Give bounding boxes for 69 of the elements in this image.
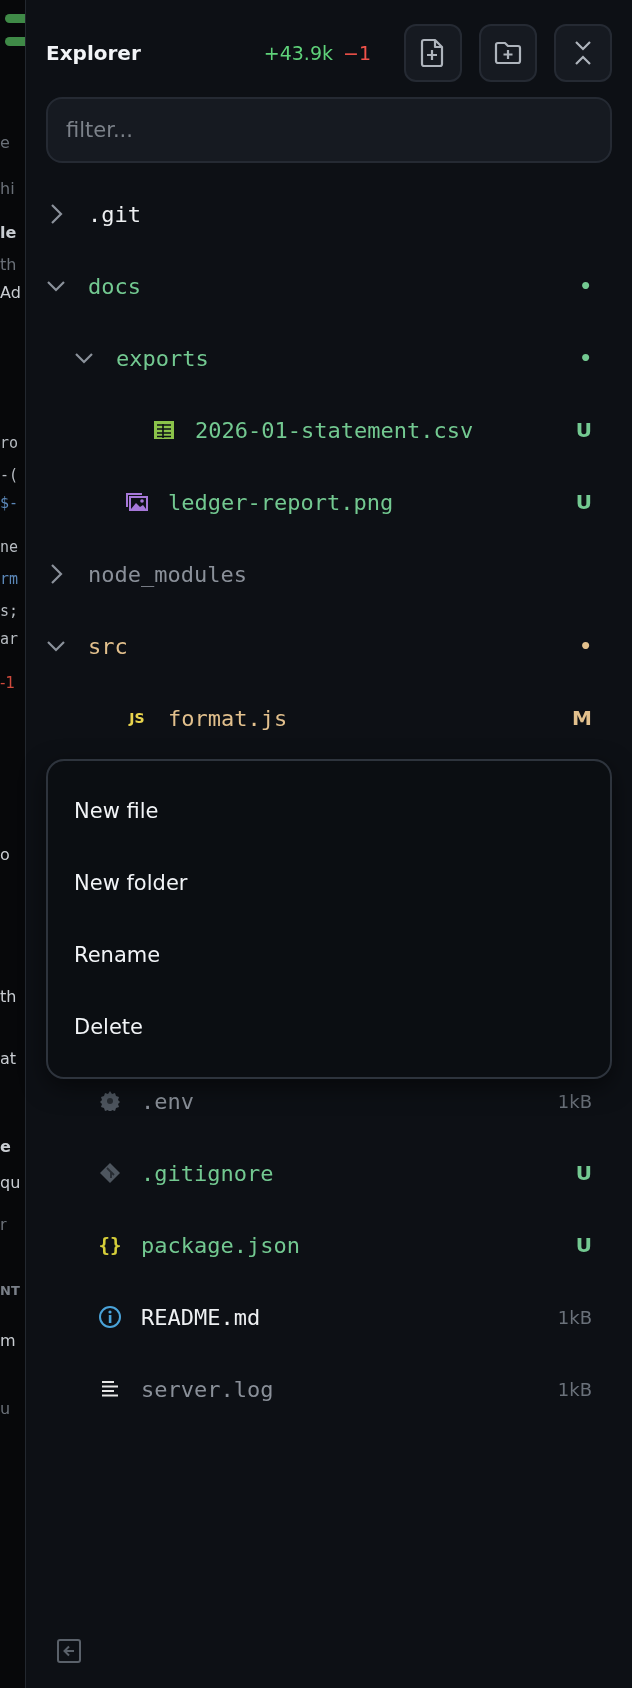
file-name[interactable]: README.md	[141, 1304, 261, 1330]
image-icon	[126, 493, 148, 511]
file-plus-icon	[420, 38, 446, 68]
lines-added-count: +43.9k	[263, 42, 333, 64]
git-status-label: U	[575, 490, 592, 514]
background-text: NT	[0, 1282, 21, 1300]
file-name[interactable]: 2026-01-statement.csv	[195, 417, 474, 443]
background-text: s;	[0, 601, 20, 622]
background-text: rm	[0, 569, 20, 590]
menu-item[interactable]: Rename	[48, 919, 610, 991]
file-size: 1kB	[557, 1090, 592, 1112]
git-icon	[100, 1163, 120, 1183]
git-status-label: U	[575, 418, 592, 442]
folder-name[interactable]: .git	[88, 201, 141, 227]
menu-item[interactable]: Delete	[48, 991, 610, 1063]
file-size: 1kB	[557, 1378, 592, 1400]
background-text: le	[0, 222, 18, 244]
panel-title: Explorer	[46, 41, 142, 65]
background-text: -1	[0, 673, 16, 694]
filter-field[interactable]: filter...	[46, 97, 612, 163]
lines-removed-count: −1	[343, 42, 371, 64]
folder-plus-icon	[494, 41, 522, 65]
background-text: -(	[0, 465, 20, 486]
folder-name[interactable]: docs	[88, 273, 141, 299]
background-text: m	[0, 1330, 17, 1352]
background-text: hi	[0, 178, 16, 200]
background-text: ar	[0, 629, 20, 650]
info-icon	[99, 1306, 121, 1328]
background-text: th	[0, 254, 18, 276]
collapse-icon	[573, 39, 593, 67]
spreadsheet-icon	[154, 421, 174, 439]
json-icon: {}	[98, 1234, 122, 1256]
file-name[interactable]: format.js	[168, 705, 288, 731]
collapse-sidebar-icon[interactable]	[56, 1638, 82, 1664]
background-text: o	[0, 844, 11, 866]
file-name[interactable]: .env	[141, 1088, 194, 1114]
git-status-label: U	[575, 1233, 592, 1257]
git-status-label: •	[579, 346, 592, 370]
background-text: e	[0, 132, 11, 154]
git-status-label: U	[575, 1161, 592, 1185]
new-folder-button[interactable]	[479, 24, 537, 82]
file-name[interactable]: ledger-report.png	[168, 489, 394, 515]
folder-name[interactable]: node_modules	[88, 561, 247, 587]
file-name[interactable]: server.log	[141, 1376, 274, 1402]
git-status-label: •	[579, 634, 592, 658]
menu-item[interactable]: New file	[48, 775, 610, 847]
menu-item[interactable]: New folder	[48, 847, 610, 919]
new-file-button[interactable]	[404, 24, 462, 82]
background-text: th	[0, 986, 18, 1008]
folder-name[interactable]: src	[88, 633, 128, 659]
background-text: at	[0, 1048, 18, 1070]
background-text: e	[0, 1136, 12, 1158]
javascript-icon: JS	[129, 710, 145, 726]
folder-name[interactable]: exports	[116, 345, 209, 371]
file-name[interactable]: package.json	[141, 1232, 300, 1258]
git-status-label: M	[572, 706, 592, 730]
background-text: qu	[0, 1172, 22, 1194]
background-text: r	[0, 1214, 8, 1236]
file-size: 1kB	[557, 1306, 592, 1328]
collapse-all-button[interactable]	[554, 24, 612, 82]
background-text: Ad	[0, 282, 22, 304]
file-name[interactable]: .gitignore	[141, 1160, 274, 1186]
git-status-label: •	[579, 274, 592, 298]
background-text: ne	[0, 537, 20, 558]
background-text: u	[0, 1398, 12, 1420]
background-text: ro	[0, 433, 20, 454]
gear-icon	[100, 1091, 120, 1111]
background-text: $-	[0, 493, 20, 514]
text-lines-icon	[102, 1381, 118, 1397]
